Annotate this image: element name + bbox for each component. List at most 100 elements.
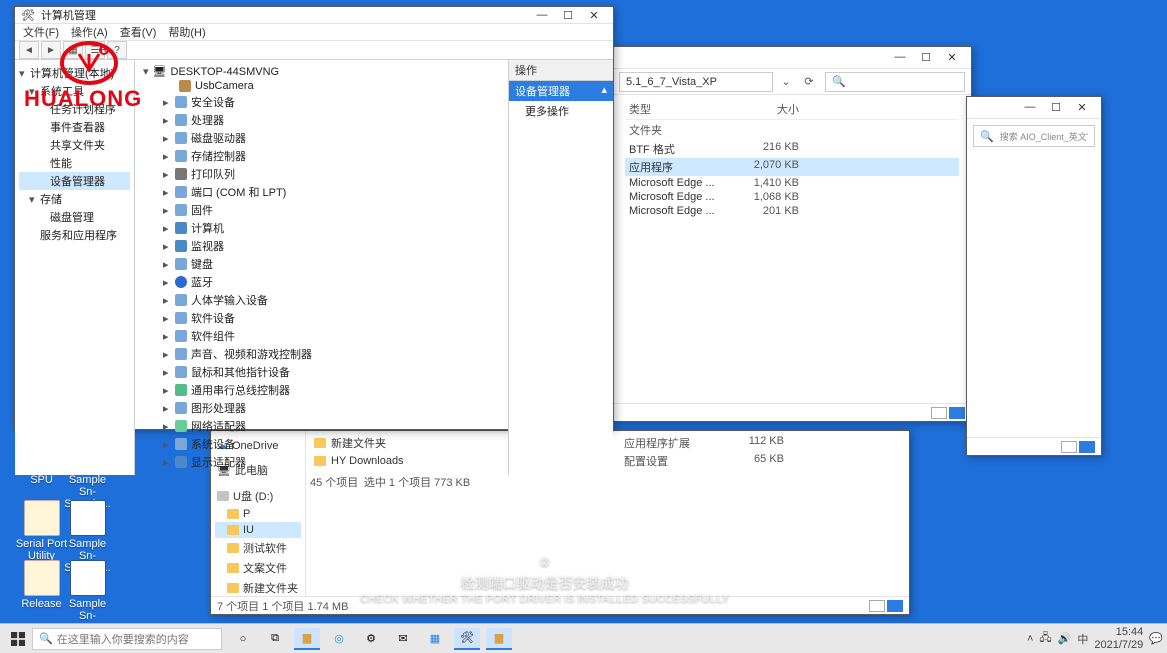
maximize-button[interactable]: ☐ bbox=[913, 51, 939, 64]
menu-view[interactable]: 查看(V) bbox=[120, 24, 157, 40]
address-bar[interactable]: 5.1_6_7_Vista_XP ⌄ ⟳ 🔍 bbox=[613, 69, 971, 95]
start-button[interactable] bbox=[4, 628, 32, 650]
actions-header: 操作 bbox=[509, 60, 613, 81]
task-taskview[interactable]: ⧉ bbox=[262, 628, 288, 650]
device-tree[interactable]: ▾🖥DESKTOP-44SMVNG UsbCamera▸安全设备▸处理器▸磁盘驱… bbox=[135, 60, 508, 475]
device-node[interactable]: ▸软件组件 bbox=[143, 327, 500, 345]
device-node[interactable]: ▸键盘 bbox=[143, 255, 500, 273]
task-cortana[interactable]: ○ bbox=[230, 628, 256, 650]
device-node[interactable]: ▸系统设备 bbox=[143, 435, 500, 453]
tree-item[interactable]: 性能 bbox=[19, 154, 130, 172]
device-node[interactable]: ▸磁盘驱动器 bbox=[143, 129, 500, 147]
device-node[interactable]: ▸安全设备 bbox=[143, 93, 500, 111]
close-button[interactable]: ✕ bbox=[939, 51, 965, 64]
device-node[interactable]: ▸鼠标和其他指针设备 bbox=[143, 363, 500, 381]
tree-item[interactable]: ▾存储 bbox=[19, 190, 130, 208]
tray-volume-icon[interactable]: 🔊 bbox=[1058, 632, 1072, 645]
task-explorer[interactable]: ▆ bbox=[294, 628, 320, 650]
file-type-list[interactable]: 类型大小 文件夹 BTF 格式216 KB 应用程序2,070 KB Micro… bbox=[613, 95, 971, 403]
titlebar[interactable]: — ☐ ✕ bbox=[613, 47, 971, 69]
app-icon: 🛠 bbox=[21, 9, 35, 22]
actions-pane[interactable]: 操作 设备管理器▴ 更多操作 bbox=[508, 60, 613, 475]
task-settings[interactable]: ⚙ bbox=[358, 628, 384, 650]
taskbar[interactable]: 🔍 在这里输入你要搜索的内容 ○ ⧉ ▆ ◎ ⚙ ✉ ▦ 🛠 ▆ ˄ 🖧 🔊 中… bbox=[0, 623, 1167, 653]
device-node[interactable]: ▸蓝牙 bbox=[143, 273, 500, 291]
device-node[interactable]: ▸监视器 bbox=[143, 237, 500, 255]
device-node[interactable]: ▸声音、视频和游戏控制器 bbox=[143, 345, 500, 363]
menu-help[interactable]: 帮助(H) bbox=[168, 24, 205, 40]
tree-item[interactable]: 共享文件夹 bbox=[19, 136, 130, 154]
tray-chevron-icon[interactable]: ˄ bbox=[1027, 633, 1033, 645]
minimize-button[interactable]: — bbox=[887, 51, 913, 64]
close-button[interactable]: ✕ bbox=[1069, 101, 1095, 114]
titlebar[interactable]: 🛠 计算机管理 — ☐ ✕ bbox=[15, 7, 613, 24]
minimize-button[interactable]: — bbox=[1017, 101, 1043, 114]
device-node[interactable]: ▸图形处理器 bbox=[143, 399, 500, 417]
device-node[interactable]: UsbCamera bbox=[143, 79, 500, 93]
type-row[interactable]: 应用程序2,070 KB bbox=[625, 158, 959, 176]
task-mgmt[interactable]: 🛠 bbox=[454, 628, 480, 650]
device-node[interactable]: ▸软件设备 bbox=[143, 309, 500, 327]
nav-folder-doc[interactable]: 文案文件 bbox=[215, 558, 301, 578]
system-tray[interactable]: ˄ 🖧 🔊 中 15:44 2021/7/29 💬 bbox=[1027, 626, 1163, 650]
search-field[interactable]: 🔍 搜索 AIO_Client_英文官方版... bbox=[973, 125, 1095, 147]
device-node[interactable]: ▸处理器 bbox=[143, 111, 500, 129]
menu-file[interactable]: 文件(F) bbox=[23, 24, 59, 40]
type-row[interactable]: Microsoft Edge ...1,068 KB bbox=[625, 190, 959, 204]
tree-item[interactable]: 设备管理器 bbox=[19, 172, 130, 190]
device-node[interactable]: ▸人体学输入设备 bbox=[143, 291, 500, 309]
path-field[interactable]: 5.1_6_7_Vista_XP bbox=[619, 72, 773, 92]
task-mail[interactable]: ✉ bbox=[390, 628, 416, 650]
type-row[interactable]: BTF 格式216 KB bbox=[625, 140, 959, 158]
type-row[interactable]: Microsoft Edge ...201 KB bbox=[625, 204, 959, 218]
task-app[interactable]: ▦ bbox=[422, 628, 448, 650]
device-root[interactable]: ▾🖥DESKTOP-44SMVNG bbox=[143, 64, 500, 79]
task-folder[interactable]: ▆ bbox=[486, 628, 512, 650]
device-node[interactable]: ▸通用串行总线控制器 bbox=[143, 381, 500, 399]
device-node[interactable]: ▸显示适配器 bbox=[143, 453, 500, 471]
taskbar-search[interactable]: 🔍 在这里输入你要搜索的内容 bbox=[32, 628, 222, 650]
search-window[interactable]: — ☐ ✕ 🔍 搜索 AIO_Client_英文官方版... bbox=[966, 96, 1102, 456]
nav-folder-iu[interactable]: IU bbox=[215, 522, 301, 538]
tree-item[interactable]: 磁盘管理 bbox=[19, 208, 130, 226]
menu-bar[interactable]: 文件(F) 操作(A) 查看(V) 帮助(H) bbox=[15, 24, 613, 41]
maximize-button[interactable]: ☐ bbox=[1043, 101, 1069, 114]
nav-folder-new[interactable]: 新建文件夹 bbox=[215, 578, 301, 596]
minimize-button[interactable]: — bbox=[529, 9, 555, 22]
nav-folder-test[interactable]: 测试软件 bbox=[215, 538, 301, 558]
device-node[interactable]: ▸固件 bbox=[143, 201, 500, 219]
search-field[interactable]: 🔍 bbox=[825, 72, 965, 92]
tree-item[interactable]: 事件查看器 bbox=[19, 118, 130, 136]
tray-notifications-icon[interactable]: 💬 bbox=[1149, 632, 1163, 645]
device-node[interactable]: ▸网络适配器 bbox=[143, 417, 500, 435]
device-node[interactable]: ▸计算机 bbox=[143, 219, 500, 237]
close-button[interactable]: ✕ bbox=[581, 9, 607, 22]
view-toggle[interactable] bbox=[869, 600, 903, 612]
dropdown-icon[interactable]: ⌄ bbox=[779, 75, 793, 88]
console-tree[interactable]: ▾计算机管理(本地)▾系统工具任务计划程序事件查看器共享文件夹性能设备管理器▾存… bbox=[15, 60, 135, 475]
action-item[interactable]: 更多操作 bbox=[509, 101, 613, 121]
titlebar[interactable]: — ☐ ✕ bbox=[967, 97, 1101, 119]
column-headers[interactable]: 类型大小 bbox=[625, 99, 959, 120]
view-toggle[interactable] bbox=[1061, 441, 1095, 453]
task-edge[interactable]: ◎ bbox=[326, 628, 352, 650]
nav-usb[interactable]: U盘 (D:) bbox=[215, 486, 301, 506]
refresh-button[interactable]: ⟳ bbox=[799, 75, 819, 88]
explorer-window-types[interactable]: — ☐ ✕ 5.1_6_7_Vista_XP ⌄ ⟳ 🔍 类型大小 文件夹 BT… bbox=[612, 46, 972, 422]
tray-network-icon[interactable]: 🖧 bbox=[1039, 629, 1051, 648]
type-row[interactable]: Microsoft Edge ...1,410 KB bbox=[625, 176, 959, 190]
maximize-button[interactable]: ☐ bbox=[555, 9, 581, 22]
nav-folder-p[interactable]: P bbox=[215, 506, 301, 522]
view-toggle[interactable] bbox=[931, 407, 965, 419]
tray-ime[interactable]: 中 bbox=[1077, 631, 1088, 647]
svg-text:R: R bbox=[100, 44, 108, 56]
action-item[interactable]: 设备管理器▴ bbox=[509, 81, 613, 101]
tray-clock[interactable]: 15:44 2021/7/29 bbox=[1094, 626, 1143, 650]
device-node[interactable]: ▸端口 (COM 和 LPT) bbox=[143, 183, 500, 201]
pinned-apps: ○ ⧉ ▆ ◎ ⚙ ✉ ▦ 🛠 ▆ bbox=[230, 628, 512, 650]
device-node[interactable]: ▸打印队列 bbox=[143, 165, 500, 183]
tree-item[interactable]: 服务和应用程序 bbox=[19, 226, 130, 244]
menu-action[interactable]: 操作(A) bbox=[71, 24, 108, 40]
watermark-text: ② 检测端口驱动是否安装成功 CHECK WHETHER THE PORT DR… bbox=[360, 551, 729, 605]
device-node[interactable]: ▸存储控制器 bbox=[143, 147, 500, 165]
